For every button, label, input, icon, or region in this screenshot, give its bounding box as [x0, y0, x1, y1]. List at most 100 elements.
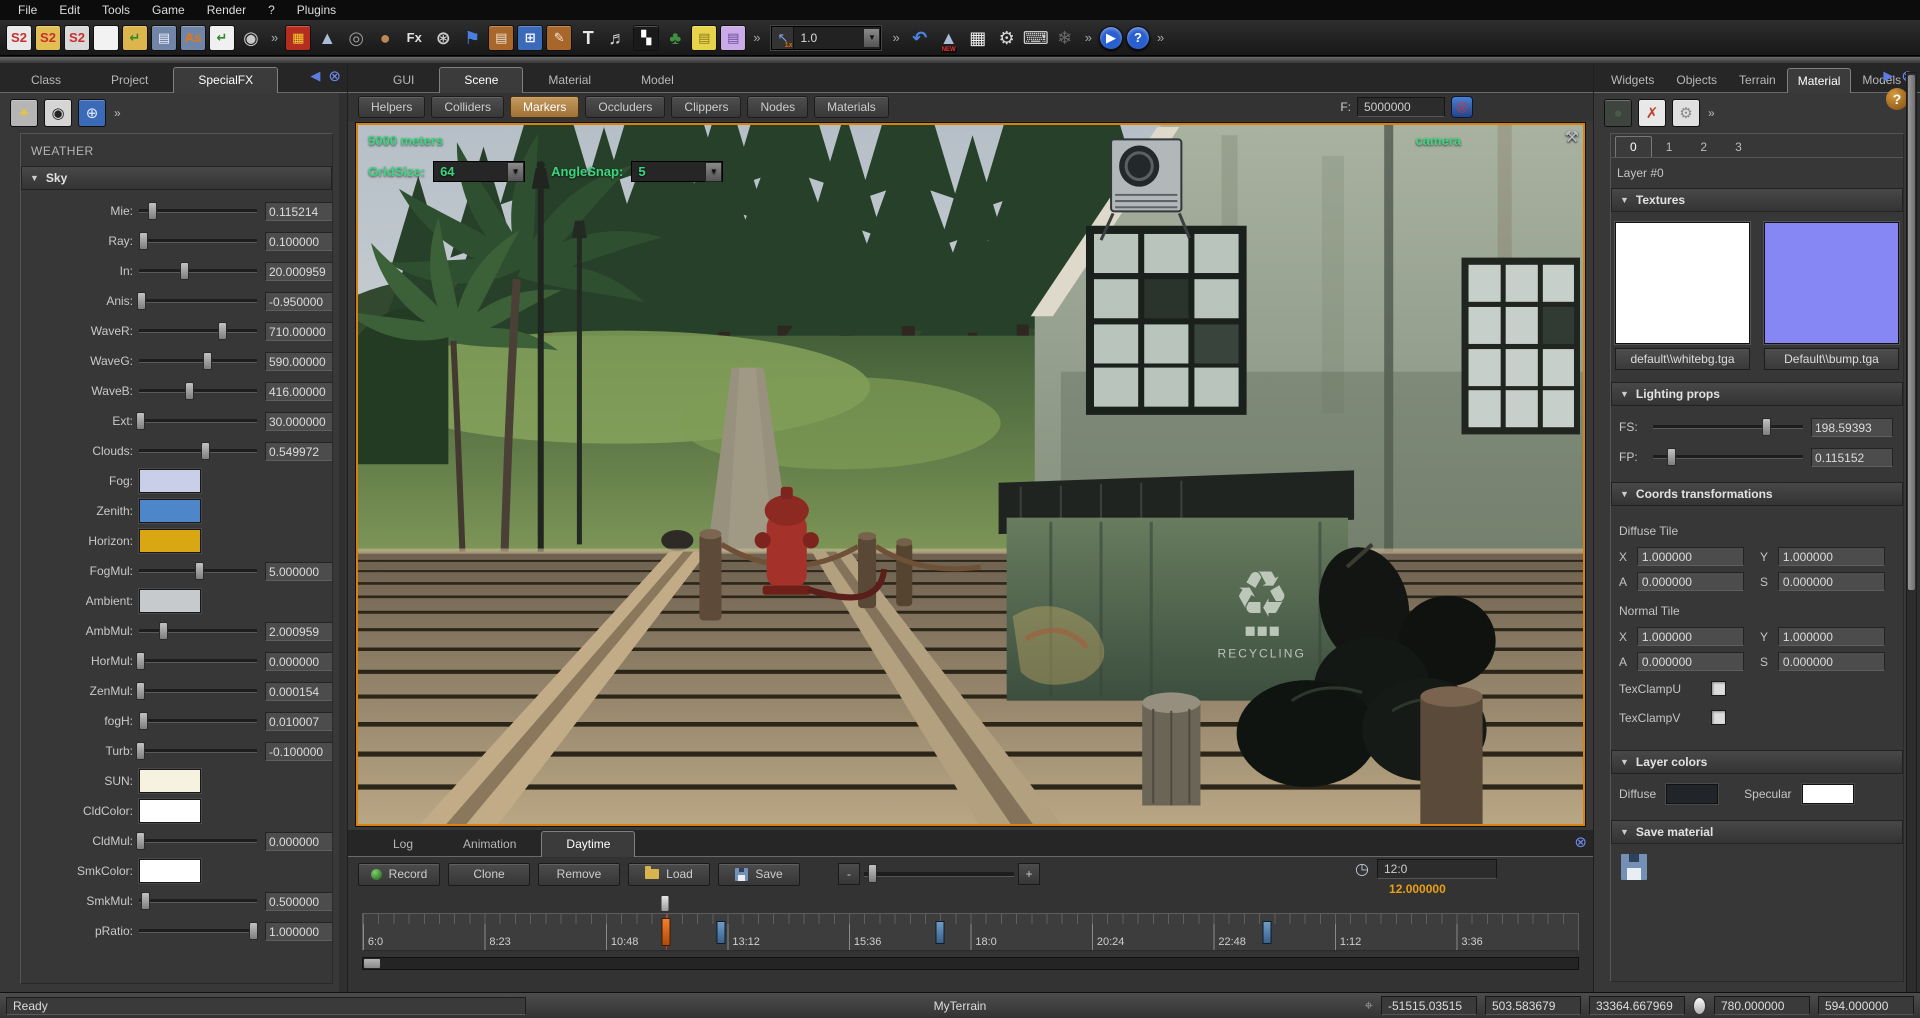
normal-tile-a-field[interactable]: 0.000000 [1637, 652, 1744, 671]
right-scrollbar-thumb[interactable] [1908, 75, 1915, 590]
normal-tile-s-field[interactable]: 0.000000 [1778, 652, 1885, 671]
overflow-chevron-icon[interactable]: » [114, 106, 121, 120]
slider-handle[interactable] [203, 352, 212, 370]
new-file-icon[interactable] [93, 25, 119, 51]
purple-doc-icon[interactable]: ▤ [720, 25, 746, 51]
gridsize-dropdown[interactable]: 64 ▼ [433, 161, 525, 182]
slider-handle[interactable] [218, 322, 227, 340]
pratio-value-field[interactable]: 1.000000 [265, 922, 333, 941]
tab-specialfx[interactable]: SpecialFX [173, 67, 278, 93]
waver-slider[interactable] [139, 322, 257, 340]
slider-handle[interactable] [137, 292, 146, 310]
close-left-panel-icon[interactable]: ⊗ [328, 69, 341, 84]
tab-project[interactable]: Project [86, 67, 173, 92]
s2-project-new-icon[interactable]: S2 [6, 25, 32, 51]
waveg-slider[interactable] [139, 352, 257, 370]
button-record[interactable]: Record [358, 863, 440, 886]
anglesnap-dropdown[interactable]: 5 ▼ [631, 161, 723, 182]
help-icon[interactable]: ? [1126, 26, 1150, 50]
button-save[interactable]: Save [718, 863, 800, 886]
play-icon[interactable]: ▶ [1099, 26, 1123, 50]
tab-objects[interactable]: Objects [1665, 67, 1728, 92]
mie-value-field[interactable]: 0.115214 [265, 202, 333, 221]
slider-handle[interactable] [195, 562, 204, 580]
tab-daytime[interactable]: Daytime [541, 831, 635, 857]
overflow-chevron-icon[interactable]: » [271, 30, 278, 45]
normal-tile-y-field[interactable]: 1.000000 [1778, 627, 1885, 646]
text-icon[interactable]: T [575, 25, 601, 51]
fp-value-field[interactable]: 0.115152 [1811, 448, 1893, 467]
globe-icon[interactable]: ⊕ [78, 99, 106, 127]
overflow-chevron-icon[interactable]: » [1157, 30, 1164, 45]
save-as-icon[interactable]: As [180, 25, 206, 51]
hormul-slider[interactable] [139, 652, 257, 670]
cldmul-value-field[interactable]: 0.000000 [265, 832, 333, 851]
in-value-field[interactable]: 20.000959 [265, 262, 333, 281]
slider-handle[interactable] [141, 892, 150, 910]
save-icon[interactable]: ▤ [151, 25, 177, 51]
camera-icon[interactable]: ◉ [44, 99, 72, 127]
wrench-icon[interactable]: ⚒ [1565, 127, 1579, 147]
button-remove[interactable]: Remove [538, 863, 620, 886]
expand-right-icon[interactable]: ▶ [1883, 68, 1893, 84]
layer-tab-3[interactable]: 3 [1721, 137, 1756, 157]
normal-tile-x-field[interactable]: 1.000000 [1637, 627, 1744, 646]
checkbox-texclampv[interactable] [1711, 710, 1726, 725]
layer-tab-0[interactable]: 0 [1615, 136, 1652, 157]
f-value-field[interactable]: 5000000 [1357, 97, 1445, 117]
filter-helpers[interactable]: Helpers [358, 96, 425, 118]
overflow-chevron-icon[interactable]: » [1708, 106, 1715, 120]
timeline-zoom-slider[interactable] [864, 872, 1014, 877]
filter-markers[interactable]: Markers [510, 96, 579, 118]
menu-help[interactable]: ? [258, 1, 285, 19]
slider-handle[interactable] [201, 442, 210, 460]
texture-name[interactable]: default\\whitebg.tga [1615, 348, 1750, 370]
timeline-marker-orange[interactable] [661, 918, 670, 946]
close-bottom-panel-icon[interactable]: ⊗ [1574, 835, 1587, 850]
waveb-value-field[interactable]: 416.00000 [265, 382, 333, 401]
button-clone[interactable]: Clone [448, 863, 530, 886]
zenmul-slider[interactable] [139, 682, 257, 700]
timeline-zoom-handle[interactable] [868, 864, 877, 883]
timeline-zoom-out-button[interactable]: - [838, 863, 860, 885]
notepad-icon[interactable]: ✎ [546, 25, 572, 51]
texture-name[interactable]: Default\\bump.tga [1764, 348, 1899, 370]
ext-value-field[interactable]: 30.000000 [265, 412, 333, 431]
checkbox-texclampu[interactable] [1711, 681, 1726, 696]
fogh-slider[interactable] [139, 712, 257, 730]
slider-handle[interactable] [136, 682, 145, 700]
material-ball-icon[interactable]: ● [1604, 99, 1632, 127]
menu-game[interactable]: Game [142, 1, 195, 19]
texture-thumbnail[interactable] [1764, 222, 1899, 344]
overflow-chevron-icon[interactable]: » [1085, 30, 1092, 45]
menu-file[interactable]: File [8, 1, 47, 19]
overflow-chevron-icon[interactable]: » [892, 30, 899, 45]
slider-handle[interactable] [148, 202, 157, 220]
grid-icon[interactable]: ▦ [965, 25, 991, 51]
dropdown-caret-icon[interactable]: ▼ [863, 28, 880, 48]
timeline-cursor-handle[interactable] [661, 895, 670, 912]
ambmul-value-field[interactable]: 2.000959 [265, 622, 333, 641]
undo-icon[interactable]: ↶ [907, 25, 933, 51]
time-field[interactable]: 12:0 [1377, 859, 1497, 879]
sky-group-header[interactable]: ▼ Sky [21, 166, 332, 190]
mountain-icon[interactable]: ▲ [314, 25, 340, 51]
ambient-color-swatch[interactable] [139, 589, 201, 613]
import-folder-icon[interactable]: ↵ [122, 25, 148, 51]
slider-handle[interactable] [1762, 418, 1771, 436]
dropdown-caret-icon[interactable]: ▼ [705, 162, 722, 182]
timeline-cursor-strip[interactable] [362, 895, 1579, 913]
lighting-header[interactable]: ▼ Lighting props [1611, 382, 1903, 406]
tab-class[interactable]: Class [6, 67, 86, 92]
slider-handle[interactable] [136, 742, 145, 760]
filter-colliders[interactable]: Colliders [431, 96, 504, 118]
checker-icon[interactable]: ▚ [633, 25, 659, 51]
tab-scene[interactable]: Scene [439, 67, 523, 93]
horizon-color-swatch[interactable] [139, 529, 201, 553]
slider-handle[interactable] [159, 622, 168, 640]
slider-handle[interactable] [136, 412, 145, 430]
tab-terrain[interactable]: Terrain [1728, 67, 1787, 92]
dropdown-caret-icon[interactable]: ▼ [507, 162, 524, 182]
fx-icon[interactable]: Fx [401, 25, 427, 51]
fs-value-field[interactable]: 198.59393 [1811, 418, 1893, 437]
